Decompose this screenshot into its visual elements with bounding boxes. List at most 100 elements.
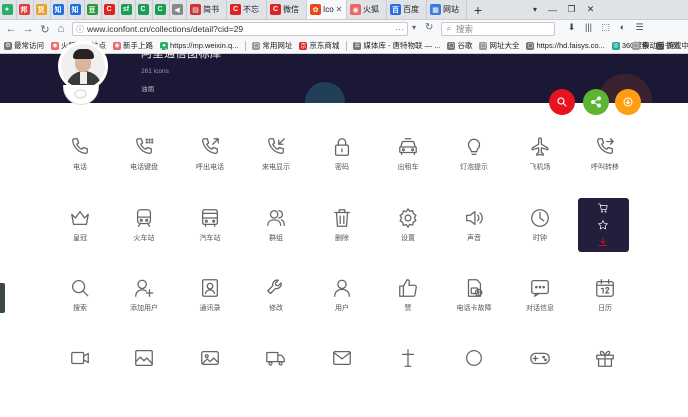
url-text[interactable]: www.iconfont.cn/collections/detail?cid=2…: [87, 24, 243, 34]
add-to-cart-icon[interactable]: [597, 202, 609, 214]
minimize-button[interactable]: —: [543, 5, 562, 15]
reload-small-icon[interactable]: ↻: [425, 22, 433, 33]
browser-tab[interactable]: C: [153, 0, 170, 19]
icon-card[interactable]: 通讯录: [180, 277, 240, 347]
browser-tab[interactable]: C 不忘: [227, 0, 267, 19]
browser-tab[interactable]: ◀: [170, 0, 187, 19]
browser-tab[interactable]: ✿ Ico ✕: [307, 0, 347, 19]
icon-card[interactable]: 赞: [378, 277, 438, 347]
icon-card[interactable]: 对话信息: [510, 277, 570, 347]
icon-card[interactable]: 火车站: [114, 207, 174, 277]
icon-card[interactable]: 时钟: [510, 207, 570, 277]
browser-tab[interactable]: 知: [68, 0, 85, 19]
icon-label: 日历: [598, 305, 612, 312]
page-actions-icon[interactable]: ···: [395, 24, 404, 34]
bookmark-item[interactable]: ☰ 媒体库 - 唐特物联 — ...: [353, 40, 440, 51]
browser-tab[interactable]: 豆: [85, 0, 102, 19]
icon-card[interactable]: 出租车: [378, 136, 438, 206]
browser-tab[interactable]: 货: [34, 0, 51, 19]
back-icon[interactable]: ←: [4, 23, 18, 35]
icon-card[interactable]: [510, 347, 570, 417]
icon-card[interactable]: [444, 347, 504, 417]
icon-card[interactable]: 日历: [575, 277, 635, 347]
browser-tab[interactable]: C: [136, 0, 153, 19]
icon-card[interactable]: 来电显示: [246, 136, 306, 206]
share-button[interactable]: [583, 89, 609, 115]
tab-list-chevron-icon[interactable]: ▾: [527, 5, 543, 14]
browser-tab[interactable]: ▦ 网站: [427, 0, 467, 19]
icon-card[interactable]: 飞机场: [510, 136, 570, 206]
trash-icon: [331, 207, 353, 229]
bookmark-item[interactable]: 京京东商城: [299, 40, 339, 51]
truck-icon: [265, 347, 287, 369]
browser-tab[interactable]: 百百度: [387, 0, 427, 19]
icon-card[interactable]: 搜索: [50, 277, 110, 347]
download-icon[interactable]: [597, 236, 609, 248]
icon-card[interactable]: 用户: [312, 277, 372, 347]
browser-tab[interactable]: sf: [119, 0, 136, 19]
browser-tab[interactable]: 邦: [17, 0, 34, 19]
tab-favicon: C: [103, 4, 115, 15]
new-tab-button[interactable]: +: [467, 2, 489, 18]
bookmark-label: 网址大全: [489, 41, 520, 50]
icon-card[interactable]: 灯泡提示: [444, 136, 504, 206]
icon-card[interactable]: 密码: [312, 136, 372, 206]
icon-card[interactable]: 呼出电话: [180, 136, 240, 206]
search-button[interactable]: [549, 89, 575, 115]
close-window-button[interactable]: ✕: [581, 4, 600, 15]
browser-tab[interactable]: ▤ 简书: [187, 0, 227, 19]
library-icon[interactable]: |||: [580, 22, 597, 33]
icon-card[interactable]: 呼叫转移: [575, 136, 635, 206]
icon-card[interactable]: [575, 347, 635, 417]
browser-tab[interactable]: ◉ 火狐: [347, 0, 387, 19]
icon-card[interactable]: 汽车站: [180, 207, 240, 277]
browser-tab[interactable]: ●: [0, 0, 17, 19]
browser-tab[interactable]: C 微信: [267, 0, 307, 19]
dropdown-chevron-icon[interactable]: ▾: [412, 23, 416, 32]
icon-card[interactable]: 电话键盘: [114, 136, 174, 206]
bookmark-item[interactable]: ▢ 常用网址: [252, 40, 292, 51]
search-box[interactable]: ⌕ 搜索: [441, 22, 555, 36]
icon-card[interactable]: [114, 347, 174, 417]
favorite-star-icon[interactable]: [597, 219, 609, 231]
close-tab-icon[interactable]: ✕: [336, 5, 343, 14]
browser-tab[interactable]: 知: [51, 0, 68, 19]
reload-icon[interactable]: ↻: [38, 23, 52, 36]
site-info-icon[interactable]: ⓘ: [73, 24, 87, 35]
icon-card[interactable]: [312, 347, 372, 417]
side-panel-handle[interactable]: [0, 283, 5, 313]
forward-icon[interactable]: →: [21, 23, 35, 35]
bookmark-item[interactable]: ▢ 网址大全: [479, 40, 519, 51]
browser-tab[interactable]: C: [102, 0, 119, 19]
downloads-icon[interactable]: ⬇: [563, 22, 580, 33]
icon-card[interactable]: 群组: [246, 207, 306, 277]
icon-card[interactable]: 电话卡故障: [444, 277, 504, 347]
icon-card[interactable]: [50, 347, 110, 417]
restore-button[interactable]: ❐: [562, 4, 581, 15]
mobile-bookmarks[interactable]: ▢ 移动版书签: [632, 38, 680, 53]
download-collection-button[interactable]: [615, 89, 641, 115]
icon-card[interactable]: [378, 347, 438, 417]
icon-card[interactable]: 删除: [312, 207, 372, 277]
address-bar[interactable]: ⓘ www.iconfont.cn/collections/detail?cid…: [72, 22, 408, 36]
menu-icon[interactable]: ☰: [631, 22, 648, 33]
train-icon: [133, 207, 155, 229]
avatar[interactable]: [58, 41, 108, 91]
icon-card[interactable]: 添加用户: [114, 277, 174, 347]
bookmark-item[interactable]: ▢ 谷歌: [447, 40, 472, 51]
bookmark-item[interactable]: ▢ https://hd.faisys.co...: [526, 41, 605, 50]
sidebar-icon[interactable]: ⬚: [597, 22, 614, 33]
icon-card[interactable]: 电话: [50, 136, 110, 206]
bookmark-item[interactable]: ⚙ 最常访问: [4, 40, 44, 51]
collection-author[interactable]: 油烟: [141, 83, 154, 93]
download-icon: [623, 97, 633, 107]
icon-card[interactable]: 声音: [444, 207, 504, 277]
icon-card[interactable]: [180, 347, 240, 417]
icon-card[interactable]: 修改: [246, 277, 306, 347]
icon-card[interactable]: [246, 347, 306, 417]
account-icon[interactable]: ◐: [614, 22, 631, 33]
home-icon[interactable]: ⌂: [54, 23, 68, 35]
icon-hover-card[interactable]: [578, 198, 629, 252]
icon-card[interactable]: 设置: [378, 207, 438, 277]
icon-card[interactable]: 皇冠: [50, 207, 110, 277]
